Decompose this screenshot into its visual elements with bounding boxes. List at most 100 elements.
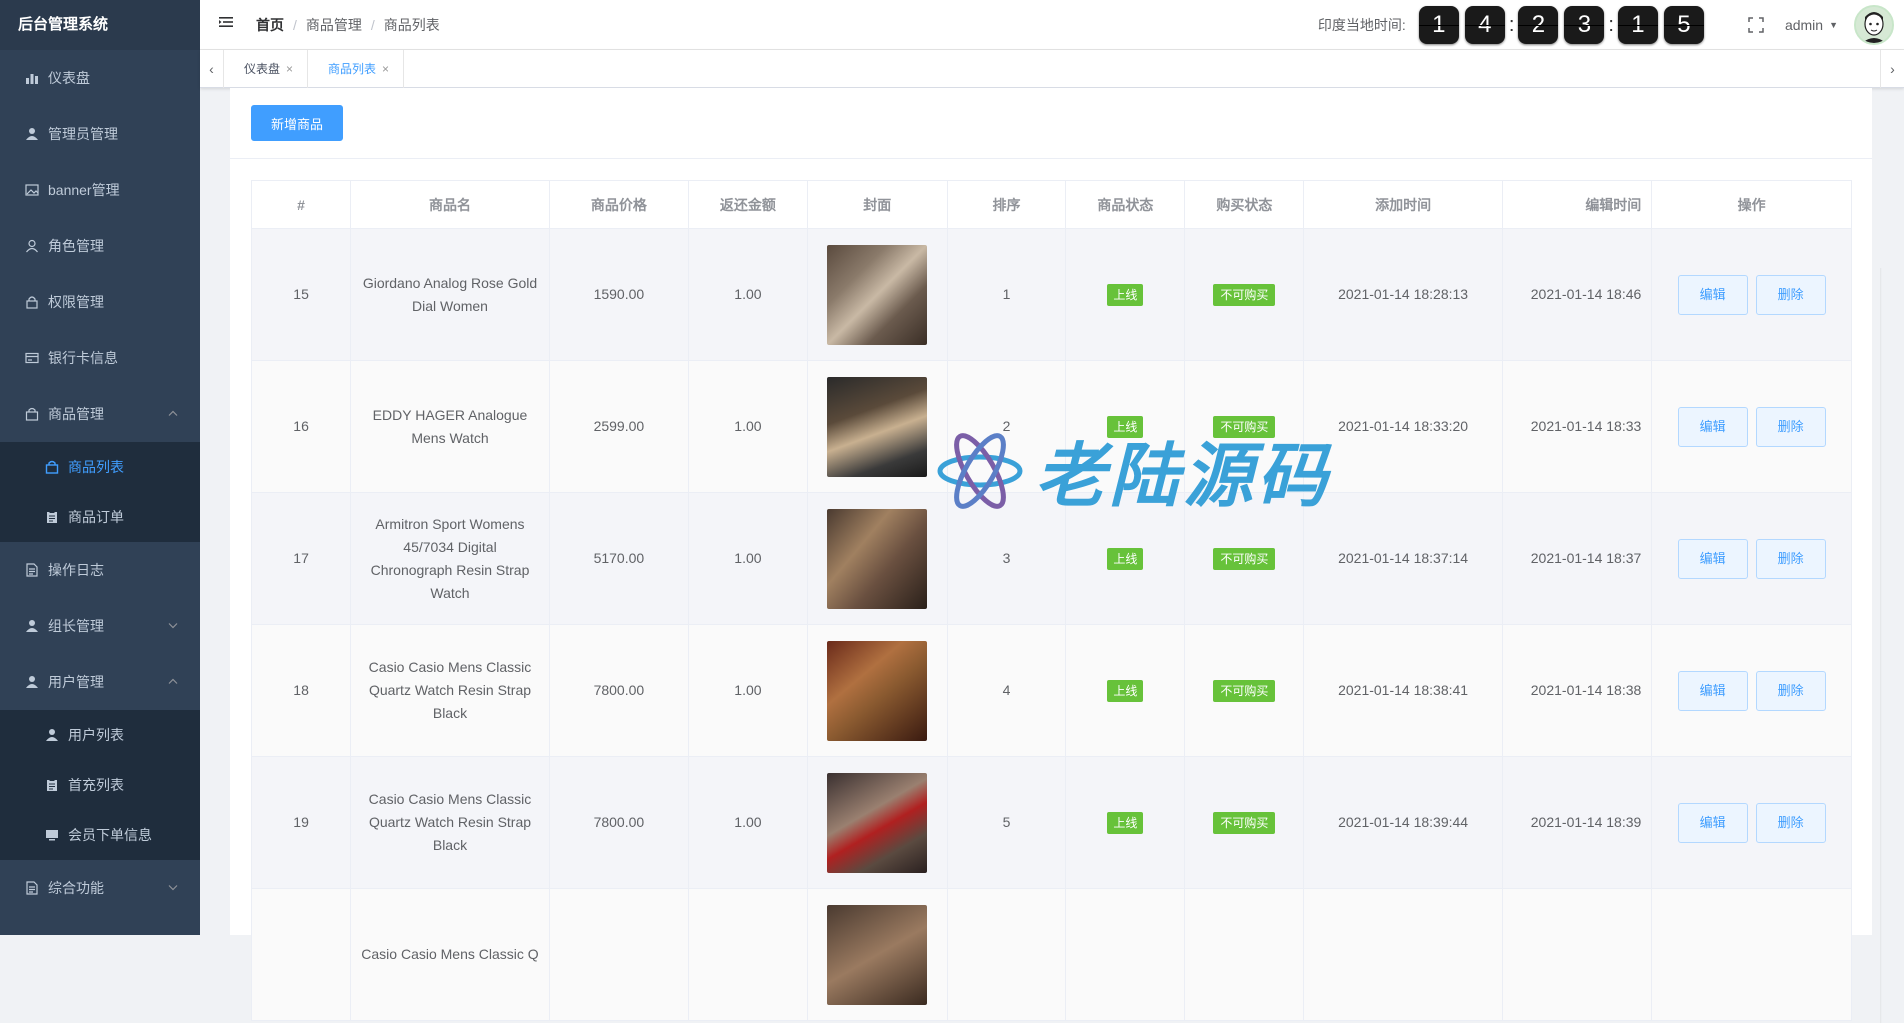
cell-price [548,888,689,1021]
sidebar-subitem[interactable]: 商品列表 [0,442,200,492]
dashboard-icon [24,70,40,86]
clock-digit: 4 [1464,6,1505,44]
clock-digit: 5 [1663,6,1704,44]
caret-down-icon: ▼ [1829,20,1838,30]
sidebar-item[interactable]: 银行卡信息 [0,330,200,386]
column-header[interactable]: # [250,180,352,229]
product-thumbnail[interactable] [827,244,928,345]
close-icon[interactable]: × [382,62,389,76]
column-header[interactable]: 购买状态 [1184,180,1305,229]
tag-dashboard[interactable]: 仪表盘 × [224,49,309,88]
sidebar-item[interactable]: 用户管理 [0,654,200,710]
sidebar-item[interactable]: 商品管理 [0,386,200,442]
sidebar-subitem[interactable]: 会员下单信息 [0,810,200,860]
cell-buy-status: 不可购买 [1184,756,1305,889]
edit-button[interactable]: 编辑 [1677,538,1748,579]
chevron-down-icon [168,621,178,632]
table-row: 18 Casio Casio Mens Classic Quartz Watch … [250,624,1852,757]
image-icon [24,182,40,198]
delete-button[interactable]: 删除 [1755,670,1826,711]
main-area: 首页 / 商品管理 / 商品列表 印度当地时间: 1 4 : 2 3 : 1 5… [200,0,1904,1023]
product-thumbnail[interactable] [827,508,928,609]
status-badge: 上线 [1107,548,1144,570]
cell-price: 1590.00 [548,228,689,361]
edit-button[interactable]: 编辑 [1677,406,1748,447]
buy-status-badge: 不可购买 [1213,680,1276,702]
delete-button[interactable]: 删除 [1755,802,1826,843]
cell-id [250,888,352,1021]
cell-actions: 编辑 删除 [1651,228,1852,361]
sidebar-item[interactable]: 操作日志 [0,542,200,598]
tags-scroll-left-icon[interactable]: ‹ [200,49,224,88]
product-thumbnail[interactable] [827,904,928,1005]
status-badge: 上线 [1107,416,1144,438]
column-header[interactable]: 封面 [806,180,948,229]
sidebar-subitem-label: 会员下单信息 [68,827,152,843]
sidebar-item[interactable]: 角色管理 [0,218,200,274]
sidebar-item[interactable]: 管理员管理 [0,106,200,162]
tags-scroll-right-icon[interactable]: › [1880,50,1904,88]
hamburger-icon[interactable] [218,14,248,35]
add-product-button[interactable]: 新增商品 [251,105,344,141]
sidebar-item[interactable]: 仪表盘 [0,50,200,106]
breadcrumb-home[interactable]: 首页 [256,15,284,35]
column-header[interactable]: 商品名 [350,180,550,229]
column-header[interactable]: 添加时间 [1303,180,1503,229]
cell-name: Casio Casio Mens Classic Q [350,888,550,1021]
cell-sort: 1 [946,228,1067,361]
close-icon[interactable]: × [286,62,293,76]
cell-rebate: 1.00 [687,492,808,625]
sidebar-subitem[interactable]: 商品订单 [0,492,200,542]
breadcrumb-separator: / [293,16,297,33]
cell-rebate [687,888,808,1021]
product-table: # 商品名 商品价格 返还金额 封面 排序 商品状态 购买状态 添加时间 编辑时… [250,180,1852,1021]
sidebar-item-label: 银行卡信息 [48,350,118,366]
edit-button[interactable]: 编辑 [1677,670,1748,711]
sidebar-subitem[interactable]: 用户列表 [0,710,200,760]
cell-added-time: 2021-01-14 18:33:20 [1303,360,1503,493]
fixed-column-shadow [1880,268,1882,1023]
cell-edited-time: 2021-01-14 18:39 [1501,756,1653,889]
cell-cover [806,228,948,361]
edit-button[interactable]: 编辑 [1677,274,1748,315]
fullscreen-icon[interactable] [1747,16,1765,34]
chevron-up-icon [168,409,178,420]
cell-buy-status: 不可购买 [1184,360,1305,493]
sidebar-item[interactable]: 组长管理 [0,598,200,654]
buy-status-badge: 不可购买 [1213,416,1276,438]
navbar-right: 印度当地时间: 1 4 : 2 3 : 1 5 admin ▼ [1318,0,1904,50]
table-row: 19 Casio Casio Mens Classic Quartz Watch … [250,756,1852,889]
product-thumbnail[interactable] [827,640,928,741]
delete-button[interactable]: 删除 [1755,406,1826,447]
product-thumbnail[interactable] [827,772,928,873]
sidebar-item[interactable]: 权限管理 [0,274,200,330]
cell-id: 18 [250,624,352,757]
clipboard-icon [44,777,60,793]
delete-button[interactable]: 删除 [1755,538,1826,579]
edit-button[interactable]: 编辑 [1677,802,1748,843]
column-header[interactable]: 编辑时间 [1501,180,1653,229]
cell-status: 上线 [1065,360,1186,493]
tag-product-list[interactable]: 商品列表 × [308,49,405,88]
product-thumbnail[interactable] [827,376,928,477]
column-header[interactable]: 商品状态 [1065,180,1186,229]
card-icon [24,350,40,366]
column-header[interactable]: 返还金额 [687,180,808,229]
cell-sort: 4 [946,624,1067,757]
clock-colon: : [1508,13,1515,36]
delete-button[interactable]: 删除 [1755,274,1826,315]
cell-actions: 编辑 删除 [1651,756,1852,889]
sidebar-item[interactable]: 综合功能 [0,860,200,916]
user-dropdown[interactable]: admin ▼ [1785,17,1838,33]
column-header[interactable]: 商品价格 [548,180,689,229]
breadcrumb-separator: / [370,16,375,33]
sidebar-item-label: 权限管理 [48,294,104,310]
avatar[interactable] [1854,5,1894,45]
column-header[interactable]: 排序 [946,180,1067,229]
cell-cover [806,492,948,625]
sidebar-item[interactable]: banner管理 [0,162,200,218]
cell-status: 上线 [1065,756,1186,889]
sidebar-item-label: 仪表盘 [48,70,90,86]
cell-status [1065,888,1186,1021]
sidebar-subitem[interactable]: 首充列表 [0,760,200,810]
